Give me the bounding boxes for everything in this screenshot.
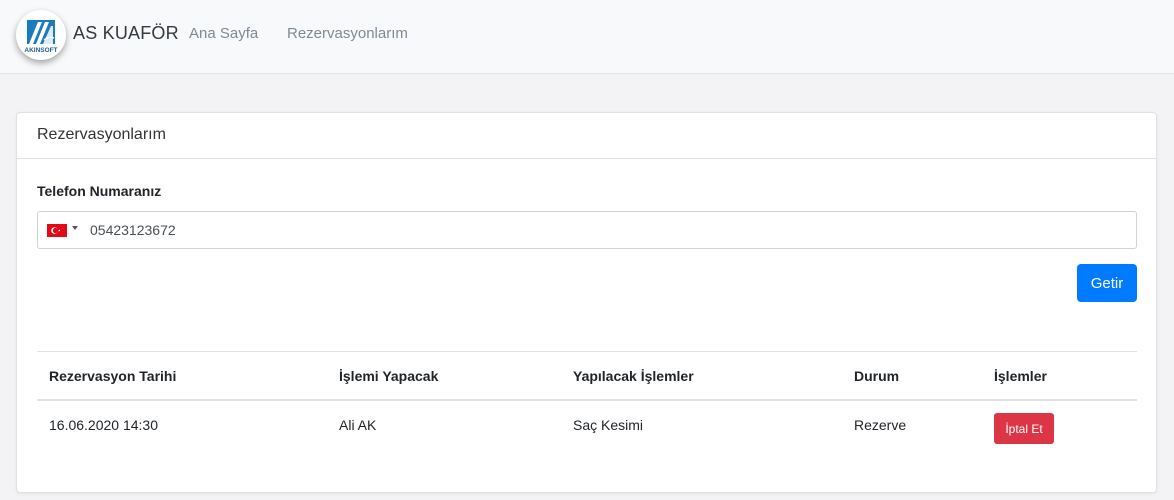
chevron-down-icon[interactable] [72, 226, 78, 230]
getir-button[interactable]: Getir [1077, 264, 1137, 302]
reservation-date: 16.06.2020 14:30 [49, 417, 158, 433]
reservation-staff: Ali AK [339, 417, 377, 433]
reservations-card: Rezervasyonlarım Telefon Numaranız Getir… [16, 112, 1157, 493]
column-header-actions: İşlemler [994, 368, 1047, 384]
column-header-date: Rezervasyon Tarihi [49, 368, 177, 384]
column-header-staff: İşlemi Yapacak [339, 368, 439, 384]
reservation-services: Saç Kesimi [573, 417, 644, 433]
phone-label: Telefon Numaranız [37, 183, 162, 199]
brand-title[interactable]: AS KUAFÖR [73, 23, 179, 44]
table-row: 16.06.2020 14:30 Ali AK Saç Kesimi Rezer… [37, 401, 1137, 451]
nav-link-home[interactable]: Ana Sayfa [189, 25, 258, 42]
akinsoft-logo[interactable]: AKINSOFT [16, 10, 66, 60]
reservation-status: Rezerve [854, 417, 907, 433]
logo-text: AKINSOFT [24, 47, 57, 54]
turkey-flag-icon[interactable] [47, 224, 67, 237]
column-header-services: Yapılacak İşlemler [573, 368, 694, 384]
phone-field[interactable] [90, 212, 1090, 248]
reservations-table: Rezervasyon Tarihi İşlemi Yapacak Yapıla… [37, 351, 1137, 451]
phone-input-group [37, 211, 1137, 249]
column-header-status: Durum [854, 368, 900, 384]
card-title: Rezervasyonlarım [17, 113, 1156, 159]
nav-link-reservations[interactable]: Rezervasyonlarım [287, 25, 408, 42]
table-header: Rezervasyon Tarihi İşlemi Yapacak Yapıla… [37, 352, 1137, 401]
top-navbar: AKINSOFT AS KUAFÖR Ana Sayfa Rezervasyon… [0, 0, 1174, 74]
akinsoft-logo-icon: AKINSOFT [17, 11, 65, 59]
cancel-reservation-button[interactable]: İptal Et [994, 413, 1054, 444]
